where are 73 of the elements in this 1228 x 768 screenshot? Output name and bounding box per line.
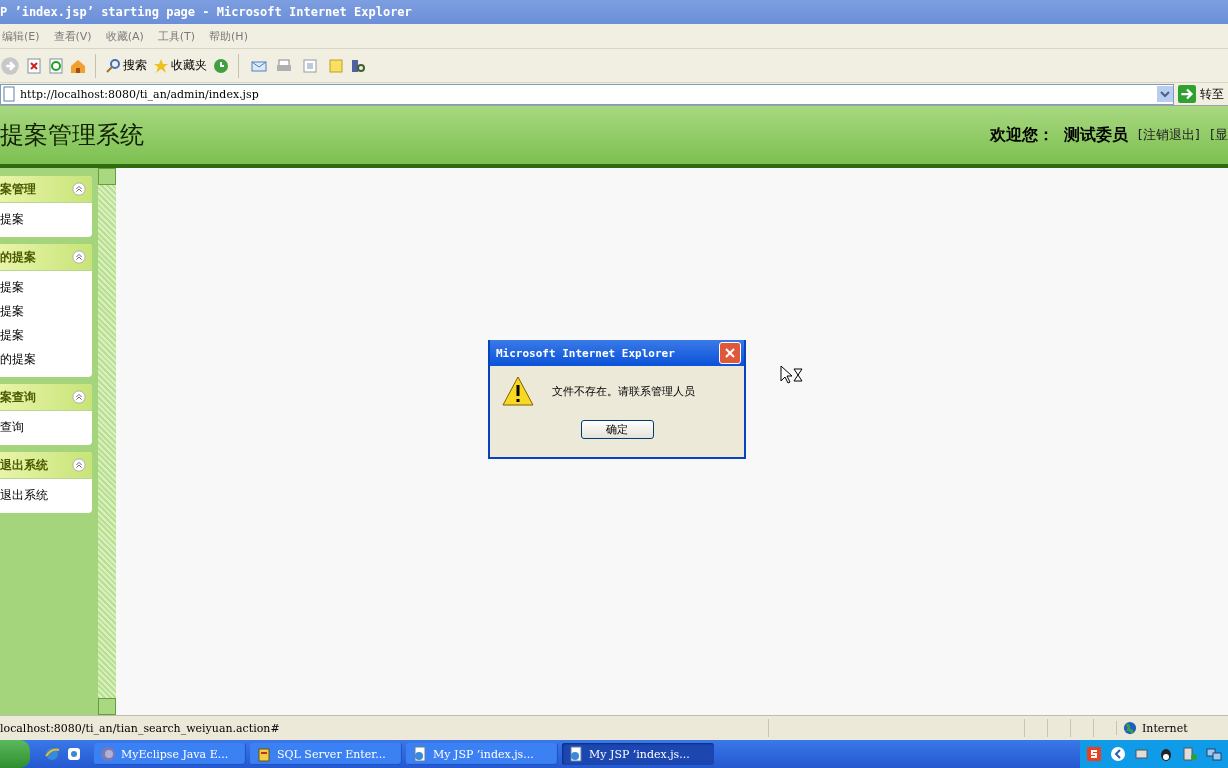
dropdown-icon[interactable] xyxy=(1157,86,1173,102)
window-title: P ’index.jsp’ starting page - Microsoft Internet Explorer xyxy=(0,5,412,19)
favorites-button[interactable]: 收藏夹 xyxy=(153,57,207,74)
header-link[interactable]: [注销退出] xyxy=(1137,126,1200,144)
welcome-label: 欢迎您： xyxy=(989,124,1054,146)
collapse-handle[interactable] xyxy=(98,168,116,185)
security-zone: Internet xyxy=(1142,721,1188,735)
menu-item[interactable]: 收藏(A) xyxy=(105,28,144,44)
forward-icon[interactable] xyxy=(0,55,20,76)
taskbar-button[interactable]: My JSP ’index.js... xyxy=(406,743,558,765)
panel-header[interactable]: 案管理 xyxy=(0,176,92,203)
status-text: localhost:8080/ti_an/tian_search_weiyuan.action# xyxy=(0,721,281,735)
home-icon[interactable] xyxy=(70,57,86,74)
sidebar-link[interactable]: 提案 xyxy=(0,323,92,347)
arrow-right-icon xyxy=(1178,85,1196,103)
search-icon xyxy=(105,57,121,74)
sidebar-link[interactable]: 提案 xyxy=(0,275,92,299)
network-icon xyxy=(1206,746,1222,762)
star-icon xyxy=(153,57,169,74)
input-method-icon xyxy=(1086,746,1102,762)
globe-icon xyxy=(1123,721,1137,735)
history-icon[interactable] xyxy=(213,57,229,74)
panel-header[interactable]: 的提案 xyxy=(0,244,92,271)
collapse-icon[interactable] xyxy=(72,182,86,196)
page-icon xyxy=(568,746,584,762)
address-field[interactable]: http://localhost:8080/ti_an/admin/index.jsp xyxy=(0,83,1174,105)
collapse-handle[interactable] xyxy=(98,698,116,715)
sidebar-link[interactable]: 查询 xyxy=(0,415,92,439)
ok-button[interactable]: 确定 xyxy=(580,420,654,439)
site-title: 提案管理系统 xyxy=(0,120,144,151)
splitter[interactable] xyxy=(98,168,116,715)
sidebar-link[interactable]: 的提案 xyxy=(0,347,92,371)
research-icon[interactable] xyxy=(350,57,366,74)
sidebar-link[interactable]: 提案 xyxy=(0,299,92,323)
database-icon xyxy=(256,746,272,762)
dialog-title: Microsoft Internet Explorer xyxy=(496,346,675,360)
camera-icon xyxy=(1134,746,1150,762)
chevron-left-icon[interactable] xyxy=(1110,746,1126,762)
header-link[interactable]: [显 xyxy=(1209,126,1228,144)
menu-item[interactable]: 帮助(H) xyxy=(209,28,248,44)
panel-header[interactable]: 案查询 xyxy=(0,384,92,411)
refresh-icon[interactable] xyxy=(48,57,64,74)
stop-icon[interactable] xyxy=(26,57,42,74)
collapse-icon[interactable] xyxy=(72,458,86,472)
panel-header[interactable]: 退出系统 xyxy=(0,452,92,479)
start-button[interactable] xyxy=(0,740,30,768)
sphere-icon xyxy=(100,746,116,762)
warning-icon xyxy=(502,376,534,406)
page-icon xyxy=(412,746,428,762)
taskbar-button[interactable]: My JSP ’index.js... xyxy=(562,743,714,765)
search-button[interactable]: 搜索 xyxy=(105,57,147,74)
page-icon xyxy=(1,86,17,102)
note-icon[interactable] xyxy=(328,57,344,74)
desktop-icon[interactable] xyxy=(66,746,82,762)
close-icon xyxy=(724,347,736,359)
busy-cursor-icon xyxy=(780,365,804,385)
printer-icon[interactable] xyxy=(276,57,292,74)
go-button[interactable]: 转至 xyxy=(1174,85,1228,103)
taskbar-button[interactable]: MyEclipse Java E... xyxy=(94,743,246,765)
menu-item[interactable]: 编辑(E) xyxy=(2,28,40,44)
user-name: 测试委员 xyxy=(1063,124,1128,146)
collapse-icon[interactable] xyxy=(72,390,86,404)
sidebar-link[interactable]: 退出系统 xyxy=(0,483,92,507)
taskbar-button[interactable]: SQL Server Enter... xyxy=(250,743,402,765)
collapse-icon[interactable] xyxy=(72,250,86,264)
menu-item[interactable]: 查看(V) xyxy=(53,28,92,44)
menu-item[interactable]: 工具(T) xyxy=(157,28,196,44)
close-button[interactable] xyxy=(719,342,741,364)
sidebar-link[interactable]: 提案 xyxy=(0,207,92,231)
penguin-icon xyxy=(1158,746,1174,762)
server-icon xyxy=(1182,746,1198,762)
browser-icon[interactable] xyxy=(44,746,60,762)
dialog-message: 文件不存在。请联系管理人员 xyxy=(552,383,695,399)
